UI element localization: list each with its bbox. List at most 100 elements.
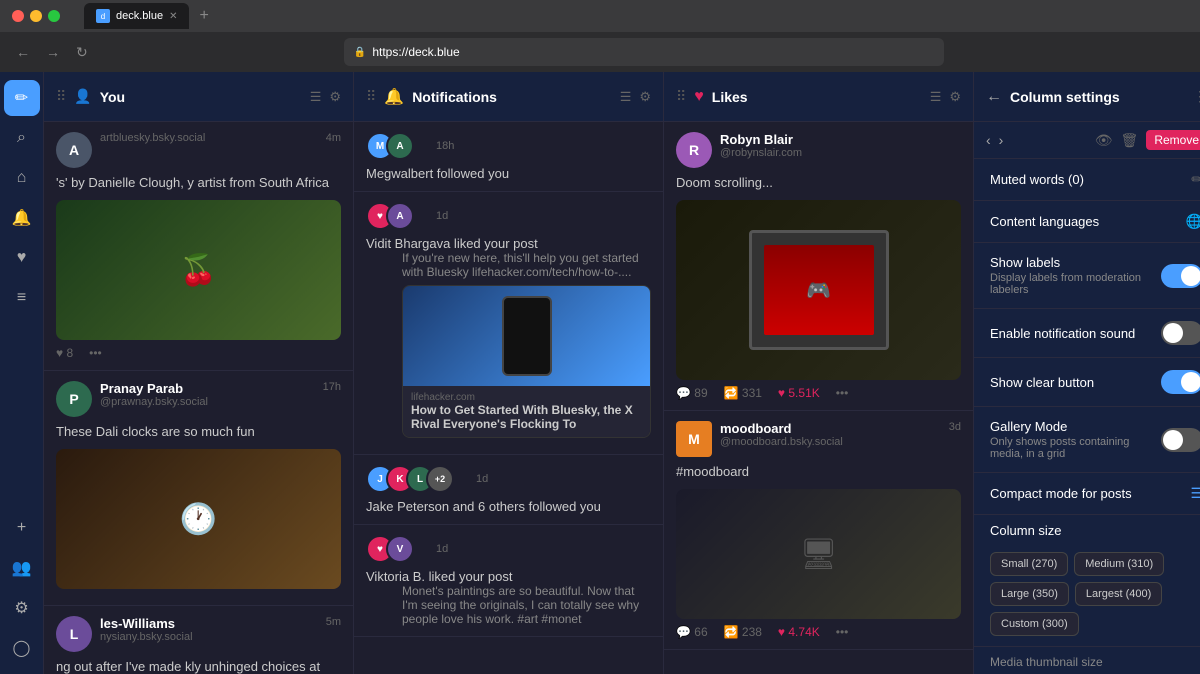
post-meta: Pranay Parab @prawnay.bsky.social xyxy=(100,381,315,408)
new-tab-button[interactable]: + xyxy=(193,7,214,25)
post-body: These Dali clocks are so much fun xyxy=(56,423,341,441)
globe-icon[interactable]: 🌐 xyxy=(1186,213,1200,230)
notif-body: If you're new here, this'll help you get… xyxy=(402,251,651,279)
post-header: L les-Williams nysiany.bsky.social 5m xyxy=(56,616,341,652)
post-image: 🖥 xyxy=(676,489,961,619)
likes-column-actions: ☰ ⚙ xyxy=(930,89,961,105)
hide-column-button[interactable]: 👁 xyxy=(1095,132,1113,149)
size-custom-button[interactable]: Custom (300) xyxy=(990,612,1079,636)
sidebar-item-home[interactable]: ⌂ xyxy=(4,160,40,196)
settings-header: ← Column settings ⋮ xyxy=(974,72,1200,122)
sidebar-item-profile[interactable]: ◯ xyxy=(4,630,40,666)
minimize-button[interactable] xyxy=(30,10,42,22)
active-tab[interactable]: d deck.blue ✕ xyxy=(84,3,189,29)
notif-time: 1d xyxy=(476,473,488,485)
remove-button[interactable]: Remove xyxy=(1146,130,1200,150)
more-action[interactable]: ••• xyxy=(89,346,102,360)
gallery-mode-toggle[interactable] xyxy=(1161,428,1200,452)
sidebar-item-search[interactable]: ⌕ xyxy=(4,120,40,156)
notifications-column-menu-icon[interactable]: ☰ xyxy=(620,89,632,105)
you-column-content: A artbluesky.bsky.social 4m 's' by Danie… xyxy=(44,122,353,674)
show-clear-button-toggle[interactable] xyxy=(1161,370,1200,394)
show-clear-button-label: Show clear button xyxy=(990,375,1153,390)
sidebar-item-lists[interactable]: ≡ xyxy=(4,280,40,316)
size-large-button[interactable]: Large (350) xyxy=(990,582,1069,606)
tab-close-button[interactable]: ✕ xyxy=(169,11,177,22)
post-header: P Pranay Parab @prawnay.bsky.social 17h xyxy=(56,381,341,417)
repost-action[interactable]: 🔁 238 xyxy=(724,625,762,639)
post-actions: 💬 89 🔁 331 ♥ 5.51K ••• xyxy=(676,386,961,400)
settings-back-button[interactable]: ← xyxy=(986,88,1002,106)
address-bar[interactable]: 🔒 https://deck.blue xyxy=(344,38,944,66)
you-column-menu-icon[interactable]: ☰ xyxy=(310,89,322,105)
link-preview: lifehacker.com How to Get Started With B… xyxy=(402,285,651,438)
size-medium-button[interactable]: Medium (310) xyxy=(1074,552,1164,576)
toggle-knob xyxy=(1181,372,1200,392)
notifications-column-settings-icon[interactable]: ⚙ xyxy=(639,89,651,105)
gallery-mode-sublabel: Only shows posts containing media, in a … xyxy=(990,436,1153,460)
notif-time: 1d xyxy=(436,210,448,222)
sidebar-item-settings[interactable]: ⚙ xyxy=(4,590,40,626)
likes-column-settings-icon[interactable]: ⚙ xyxy=(949,89,961,105)
refresh-button[interactable]: ↻ xyxy=(72,42,92,63)
post-image: 🎮 xyxy=(676,200,961,380)
post-body: #moodboard xyxy=(676,463,961,481)
like-action[interactable]: ♥ 8 xyxy=(56,346,73,360)
more-action[interactable]: ••• xyxy=(836,625,849,639)
traffic-lights xyxy=(12,10,60,22)
reply-action[interactable]: 💬 66 xyxy=(676,625,708,639)
post-author: moodboard xyxy=(720,421,941,436)
gear-icon: ⚙ xyxy=(14,598,28,618)
likes-column-menu-icon[interactable]: ☰ xyxy=(930,89,942,105)
size-small-button[interactable]: Small (270) xyxy=(990,552,1068,576)
repost-action[interactable]: 🔁 331 xyxy=(724,386,762,400)
drag-handle-icon: ⠿ xyxy=(366,88,376,105)
notification-sound-row: Enable notification sound xyxy=(974,309,1200,358)
compact-mode-icon[interactable]: ☰ xyxy=(1190,485,1200,502)
avatar: A xyxy=(56,132,92,168)
sidebar-item-notifications[interactable]: 🔔 xyxy=(4,200,40,236)
notif-text: Vidit Bhargava liked your post xyxy=(366,236,651,251)
like-action[interactable]: ♥ 4.74K xyxy=(778,625,820,639)
phone-mockup xyxy=(502,296,552,376)
avatar: A xyxy=(386,202,414,230)
sidebar-item-add[interactable]: + xyxy=(4,510,40,546)
drag-handle-icon: ⠿ xyxy=(676,88,686,105)
edit-icon[interactable]: ✏ xyxy=(1191,171,1200,188)
list-item: A artbluesky.bsky.social 4m 's' by Danie… xyxy=(44,122,353,371)
list-item: R Robyn Blair @robynslair.com Doom scrol… xyxy=(664,122,973,411)
delete-icon[interactable]: 🗑 xyxy=(1121,132,1139,149)
like-action[interactable]: ♥ 5.51K xyxy=(778,386,820,400)
more-action[interactable]: ••• xyxy=(836,386,849,400)
list-item: P Pranay Parab @prawnay.bsky.social 17h … xyxy=(44,371,353,606)
maximize-button[interactable] xyxy=(48,10,60,22)
show-labels-toggle[interactable] xyxy=(1161,264,1200,288)
notification-sound-toggle[interactable] xyxy=(1161,321,1200,345)
notif-avatars: J K L +2 xyxy=(366,465,446,493)
list-icon: ≡ xyxy=(17,289,26,307)
notif-header: ♥ A 1d xyxy=(366,202,651,230)
reply-action[interactable]: 💬 89 xyxy=(676,386,708,400)
close-button[interactable] xyxy=(12,10,24,22)
size-largest-button[interactable]: Largest (400) xyxy=(1075,582,1162,606)
back-button[interactable]: ← xyxy=(12,42,34,62)
settings-more-icon[interactable]: ⋮ xyxy=(1193,88,1200,105)
address-text: https://deck.blue xyxy=(372,45,459,59)
settings-prev-button[interactable]: ‹ xyxy=(986,132,991,148)
forward-button[interactable]: → xyxy=(42,42,64,62)
sidebar-item-likes[interactable]: ♥ xyxy=(4,240,40,276)
people-icon: 👥 xyxy=(12,558,32,578)
post-handle: nysiany.bsky.social xyxy=(100,631,318,643)
post-image: 🕐 xyxy=(56,449,341,589)
post-time: 4m xyxy=(326,132,341,144)
notifications-column-actions: ☰ ⚙ xyxy=(620,89,651,105)
settings-next-button[interactable]: › xyxy=(999,132,1004,148)
sidebar-item-people[interactable]: 👥 xyxy=(4,550,40,586)
notif-text: Jake Peterson and 6 others followed you xyxy=(366,499,651,514)
you-column-settings-icon[interactable]: ⚙ xyxy=(329,89,341,105)
avatar: L xyxy=(56,616,92,652)
post-time: 17h xyxy=(323,381,341,393)
notif-body: Monet's paintings are so beautiful. Now … xyxy=(402,584,651,626)
drag-handle-icon: ⠿ xyxy=(56,88,66,105)
sidebar-item-compose[interactable]: ✏ xyxy=(4,80,40,116)
